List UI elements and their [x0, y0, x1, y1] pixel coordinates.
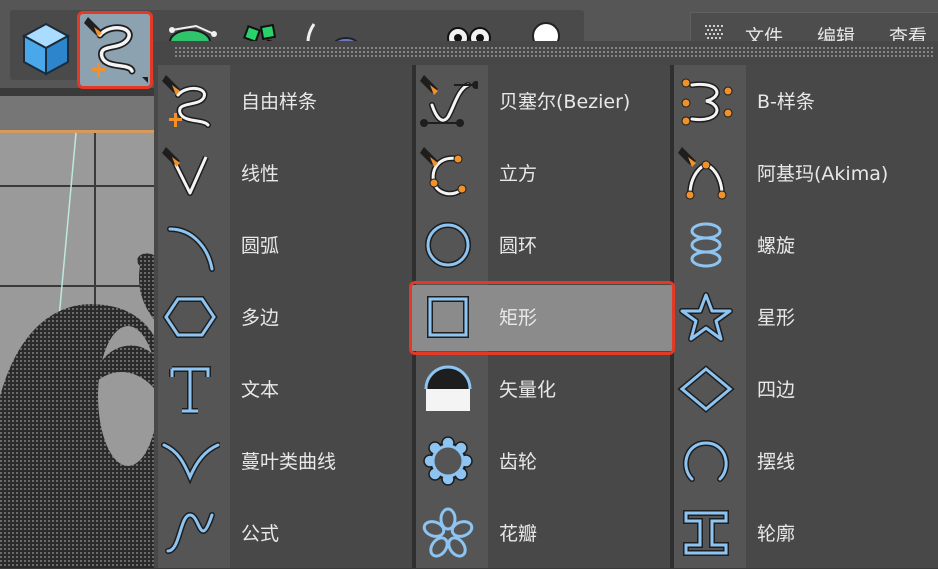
menu-item-vectorizer[interactable]: 矢量化 [412, 353, 670, 425]
menu-item-text[interactable]: 文本 [154, 353, 412, 425]
cycloid-icon [682, 439, 730, 482]
menu-item-cubic[interactable]: 立方 [412, 137, 670, 209]
freehand-spline-icon [162, 75, 211, 128]
menu-item-label: 线性 [241, 163, 280, 185]
bezier-icon [420, 75, 478, 127]
menu-item-label: 文本 [241, 379, 280, 401]
menu-item-helix[interactable]: 螺旋 [670, 209, 938, 281]
menu-item-star[interactable]: 星形 [670, 281, 938, 353]
menu-item-freehand[interactable]: 自由样条 [154, 65, 412, 137]
arc-icon [167, 226, 215, 272]
spline-tool-highlight [77, 11, 153, 89]
menu-item-label: 蔓叶类曲线 [241, 451, 337, 473]
menu-item-label: 摆线 [757, 451, 796, 473]
menu-item-label: 圆环 [499, 235, 538, 257]
cube-icon [21, 22, 71, 76]
menu-item-circle[interactable]: 圆环 [412, 209, 670, 281]
cubic-icon [420, 147, 467, 197]
menu-item-profile[interactable]: 轮廓 [670, 497, 938, 569]
menu-item-label: 贝塞尔(Bezier) [499, 91, 631, 113]
helix-icon [690, 222, 722, 268]
menu-item-label: B-样条 [757, 91, 815, 113]
cogwheel-icon [423, 436, 473, 486]
circle-icon [425, 222, 471, 268]
menu-item-flower[interactable]: 花瓣 [412, 497, 670, 569]
vectorizer-icon [424, 365, 472, 411]
menu-item-label: 公式 [241, 523, 280, 545]
menu-item-label: 螺旋 [757, 235, 796, 257]
menu-item-label: 矢量化 [499, 379, 557, 401]
menu-item-polygon[interactable]: 多边 [154, 281, 412, 353]
tear-off-handle[interactable] [174, 46, 934, 58]
menu-item-label: 星形 [757, 307, 796, 329]
menu-item-cycloid[interactable]: 摆线 [670, 425, 938, 497]
menu-item-label: 圆弧 [241, 235, 280, 257]
menu-item-arc[interactable]: 圆弧 [154, 209, 412, 281]
menu-item-four-side[interactable]: 四边 [670, 353, 938, 425]
menu-item-label: 花瓣 [499, 523, 538, 545]
viewport[interactable] [0, 96, 160, 568]
polygon-icon [162, 296, 218, 338]
menu-item-b-spline[interactable]: B-样条 [670, 65, 938, 137]
formula-icon [165, 511, 215, 554]
profile-icon [683, 510, 729, 556]
spline-dropdown-menu: 自由样条 线性 圆弧 多边 文本 蔓叶类曲线 公式 贝塞尔(Bezier) 立方… [154, 41, 938, 568]
menu-item-cissoid[interactable]: 蔓叶类曲线 [154, 425, 412, 497]
text-icon [169, 366, 211, 414]
menu-item-label: 齿轮 [499, 451, 538, 473]
menu-item-formula[interactable]: 公式 [154, 497, 412, 569]
menu-item-linear[interactable]: 线性 [154, 137, 412, 209]
menu-item-label: 自由样条 [241, 91, 318, 113]
flower-icon [422, 507, 474, 558]
cissoid-icon [161, 442, 220, 485]
star-icon [679, 292, 733, 342]
cube-button[interactable] [12, 12, 80, 80]
four-side-icon [677, 365, 735, 413]
akima-icon [678, 147, 727, 200]
menu-item-bezier[interactable]: 贝塞尔(Bezier) [412, 65, 670, 137]
b-spline-icon [681, 78, 733, 126]
menu-item-label: 阿基玛(Akima) [757, 163, 889, 185]
menu-item-cogwheel[interactable]: 齿轮 [412, 425, 670, 497]
viewport-scene [0, 132, 160, 568]
rectangle-item-highlight [409, 281, 675, 355]
menu-item-label: 多边 [241, 307, 280, 329]
linear-spline-icon [162, 147, 209, 196]
menu-item-akima[interactable]: 阿基玛(Akima) [670, 137, 938, 209]
menu-item-label: 立方 [499, 163, 538, 185]
menu-item-label: 轮廓 [757, 523, 796, 545]
dropdown-header [154, 41, 938, 65]
menu-item-label: 四边 [757, 379, 796, 401]
